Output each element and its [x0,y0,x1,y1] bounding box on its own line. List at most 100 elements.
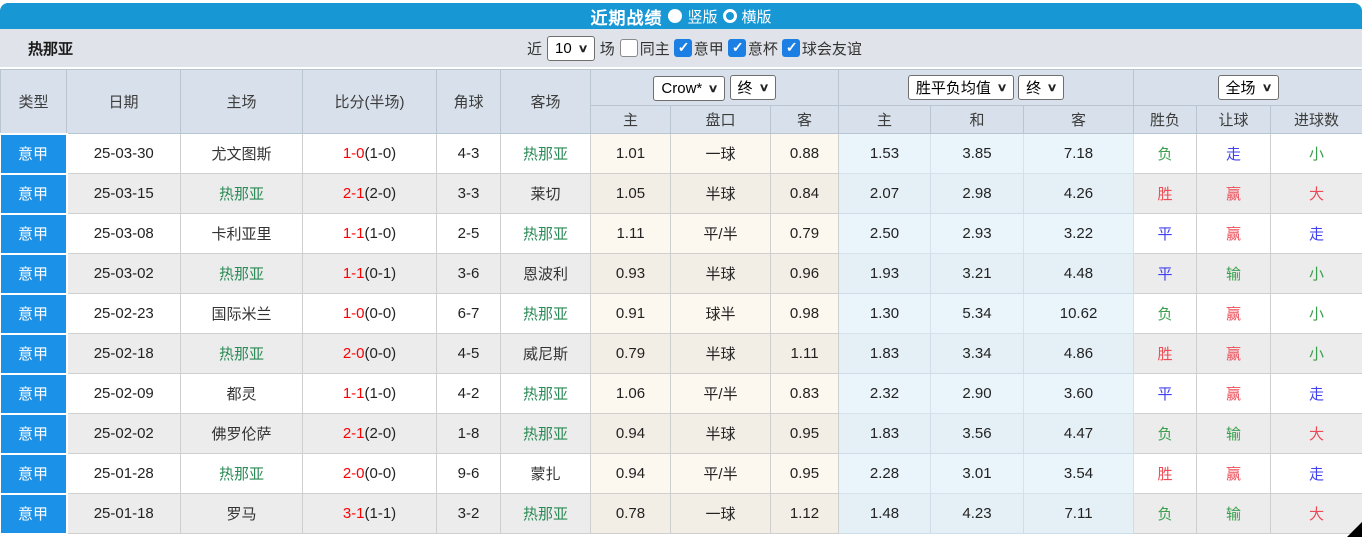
layout-radio-label[interactable]: 竖版 [687,6,717,27]
checkbox-label[interactable]: 球会友谊 [802,38,862,59]
odds-home: 0.91 [591,294,671,334]
league-badge: 意甲 [1,494,67,534]
checked-checkbox[interactable] [782,39,800,57]
result-goals: 走 [1271,214,1362,254]
result-handicap: 输 [1197,254,1271,294]
avg-away: 10.62 [1024,294,1134,334]
checkbox-label[interactable]: 意甲 [694,38,724,59]
away-team[interactable]: 蒙扎 [501,454,591,494]
odds-away: 0.95 [771,414,839,454]
away-team[interactable]: 热那亚 [501,494,591,534]
away-team[interactable]: 热那亚 [501,414,591,454]
odds-away: 0.95 [771,454,839,494]
away-team[interactable]: 莱切 [501,174,591,214]
avg-home: 2.32 [839,374,931,414]
avg-away: 3.22 [1024,214,1134,254]
result-goals: 走 [1271,374,1362,414]
avg-home: 1.83 [839,334,931,374]
scope-select[interactable]: 全场 ∨ [1218,75,1279,100]
checkbox-label[interactable]: 同主 [640,38,670,59]
match-date: 25-03-15 [67,174,181,214]
match-date: 25-01-18 [67,494,181,534]
avg-home: 1.83 [839,414,931,454]
avg-home: 2.07 [839,174,931,214]
home-team[interactable]: 罗马 [181,494,303,534]
avg-away: 7.18 [1024,134,1134,174]
match-score: 1-0(1-0) [303,134,437,174]
unchecked-checkbox[interactable] [620,39,638,57]
checkbox-label[interactable]: 意杯 [748,38,778,59]
odds-home: 1.01 [591,134,671,174]
layout-radio-unselected-icon[interactable] [723,9,737,23]
handicap-line: 一球 [671,494,771,534]
avg-away: 3.54 [1024,454,1134,494]
recent-results-panel: 近期战绩 竖版横版 热那亚 近 10 ∨ 场 同主意甲意杯球会友谊 类型 日期 … [0,0,1362,537]
subheader-avg-draw: 和 [931,106,1024,134]
away-team[interactable]: 热那亚 [501,134,591,174]
home-team[interactable]: 热那亚 [181,174,303,214]
league-badge: 意甲 [1,334,67,374]
match-date: 25-03-30 [67,134,181,174]
result-goals: 大 [1271,174,1362,214]
home-team[interactable]: 都灵 [181,374,303,414]
odds-home: 0.78 [591,494,671,534]
checked-checkbox[interactable] [728,39,746,57]
avg-draw: 3.21 [931,254,1024,294]
title-bar: 近期战绩 竖版 横版 [0,3,1362,29]
odds-home: 1.05 [591,174,671,214]
layout-radio-selected-icon[interactable] [668,9,682,23]
odds-company-select[interactable]: Crow* ∨ [653,76,725,101]
odds-time-select[interactable]: 终 ∨ [730,75,776,100]
odds-away: 0.98 [771,294,839,334]
result-goals: 小 [1271,334,1362,374]
match-score: 2-1(2-0) [303,174,437,214]
table-row: 意甲25-03-08卡利亚里1-1(1-0)2-5热那亚1.11平/半0.792… [1,214,1362,254]
avg-draw: 3.85 [931,134,1024,174]
result-goals: 走 [1271,454,1362,494]
layout-radio-label[interactable]: 横版 [742,6,772,27]
result-wdl: 负 [1134,414,1197,454]
corner-score: 2-5 [437,214,501,254]
result-handicap: 走 [1197,134,1271,174]
away-team[interactable]: 威尼斯 [501,334,591,374]
result-handicap: 输 [1197,494,1271,534]
result-wdl: 负 [1134,494,1197,534]
match-count-select[interactable]: 10 ∨ [547,36,595,61]
avg-draw: 2.90 [931,374,1024,414]
away-team[interactable]: 热那亚 [501,374,591,414]
checked-checkbox[interactable] [674,39,692,57]
away-team[interactable]: 热那亚 [501,294,591,334]
avg-type-select[interactable]: 胜平负均值 ∨ [908,75,1014,100]
home-team[interactable]: 国际米兰 [181,294,303,334]
filter-bar: 热那亚 近 10 ∨ 场 同主意甲意杯球会友谊 [0,29,1362,67]
table-row: 意甲25-01-18罗马3-1(1-1)3-2热那亚0.78一球1.121.48… [1,494,1362,534]
avg-away: 4.48 [1024,254,1134,294]
league-filters: 同主 意甲 意杯 球会友谊 [620,38,866,59]
result-wdl: 负 [1134,134,1197,174]
league-badge: 意甲 [1,374,67,414]
result-goals: 小 [1271,134,1362,174]
corner-score: 4-3 [437,134,501,174]
chevron-down-icon: ∨ [1047,81,1058,94]
avg-draw: 3.34 [931,334,1024,374]
home-team[interactable]: 尤文图斯 [181,134,303,174]
home-team[interactable]: 佛罗伦萨 [181,414,303,454]
match-date: 25-02-02 [67,414,181,454]
home-team[interactable]: 热那亚 [181,454,303,494]
home-team[interactable]: 热那亚 [181,334,303,374]
home-team[interactable]: 卡利亚里 [181,214,303,254]
chevron-down-icon: ∨ [708,82,719,95]
table-row: 意甲25-02-23国际米兰1-0(0-0)6-7热那亚0.91球半0.981.… [1,294,1362,334]
away-team[interactable]: 恩波利 [501,254,591,294]
home-team[interactable]: 热那亚 [181,254,303,294]
odds-home: 0.93 [591,254,671,294]
result-handicap: 赢 [1197,334,1271,374]
avg-time-select[interactable]: 终 ∨ [1018,75,1064,100]
avg-home: 1.53 [839,134,931,174]
result-handicap: 赢 [1197,454,1271,494]
table-row: 意甲25-02-02佛罗伦萨2-1(2-0)1-8热那亚0.94半球0.951.… [1,414,1362,454]
away-team[interactable]: 热那亚 [501,214,591,254]
panel-title: 近期战绩 [590,4,662,29]
subheader-handicap: 盘口 [671,106,771,134]
header-score: 比分(半场) [303,70,437,134]
